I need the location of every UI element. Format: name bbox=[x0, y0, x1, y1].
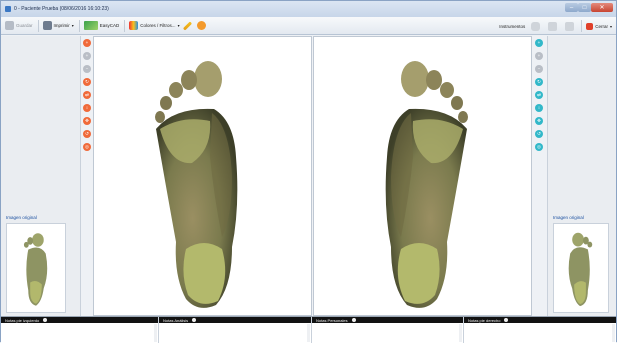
maximize-button[interactable]: □ bbox=[578, 3, 591, 12]
notes-analysis-scrollbar[interactable] bbox=[307, 324, 310, 342]
hand-icon bbox=[531, 21, 541, 31]
left-add-button[interactable]: + bbox=[83, 39, 91, 47]
right-side-panel: Imagen original bbox=[547, 36, 616, 316]
toolbar-right: Instrumentos Cerrar ▾ bbox=[495, 19, 614, 33]
chevron-down-icon: ▾ bbox=[609, 23, 612, 29]
notes-left-foot-scrollbar[interactable] bbox=[154, 324, 157, 342]
right-foot-viewer[interactable] bbox=[313, 36, 532, 316]
notes-analysis-textarea[interactable] bbox=[159, 323, 311, 343]
left-zoom-out-button[interactable]: − bbox=[83, 65, 91, 73]
cancel-circle-icon bbox=[196, 21, 206, 30]
chevron-down-icon: ▾ bbox=[71, 23, 74, 28]
notes-left-foot: Notas pie izquierdo bbox=[1, 317, 159, 343]
toolbar-separator bbox=[124, 19, 126, 32]
left-foot-viewer[interactable] bbox=[93, 36, 312, 316]
instruments-label: Instrumentos bbox=[499, 23, 526, 29]
easycad-label: EasyCAD bbox=[99, 23, 120, 28]
right-rotate-button[interactable]: ↻ bbox=[535, 78, 543, 86]
right-mirror-button[interactable]: ↕ bbox=[535, 104, 543, 112]
left-move-button[interactable]: ✥ bbox=[83, 117, 91, 125]
right-zoom-out-button[interactable]: − bbox=[535, 65, 543, 73]
close-study-label: Cerrar bbox=[595, 23, 608, 29]
right-fit-button[interactable]: ◎ bbox=[535, 143, 543, 151]
app-window: 0 - Paciente Prueba (08/06/2016 16:10:23… bbox=[0, 0, 617, 343]
left-foot-thumbnail-image bbox=[23, 233, 48, 306]
right-zoom-in-button[interactable]: + bbox=[535, 52, 543, 60]
print-label: Imprimir bbox=[53, 23, 70, 28]
easycad-button[interactable]: EasyCAD bbox=[82, 19, 122, 32]
add-note-icon[interactable] bbox=[192, 318, 197, 322]
notes-personal-scrollbar[interactable] bbox=[459, 324, 462, 342]
minimize-button[interactable]: – bbox=[565, 3, 578, 12]
printer-icon bbox=[42, 21, 52, 30]
left-reset-button[interactable]: ↺ bbox=[83, 130, 91, 138]
colors-filters-label: Colores / Filtros... bbox=[140, 23, 176, 28]
right-original-label: Imagen original bbox=[553, 215, 584, 220]
easycad-icon bbox=[83, 21, 98, 30]
close-icon bbox=[586, 22, 594, 30]
window-title: 0 - Paciente Prueba (08/06/2016 16:10:23… bbox=[14, 6, 109, 12]
title-bar: 0 - Paciente Prueba (08/06/2016 16:10:23… bbox=[1, 1, 616, 17]
app-icon bbox=[5, 6, 11, 12]
left-side-panel: Imagen original bbox=[1, 36, 81, 316]
measure-tool-button[interactable] bbox=[563, 20, 578, 33]
measure-icon bbox=[565, 21, 575, 31]
toolbar-separator bbox=[37, 19, 39, 32]
notes-left-foot-label: Notas pie izquierdo bbox=[5, 317, 40, 323]
toolbar: Guardar Imprimir ▾ EasyCAD Colores / Fil… bbox=[1, 17, 616, 35]
left-zoom-in-button[interactable]: + bbox=[83, 52, 91, 60]
right-reset-button[interactable]: ↺ bbox=[535, 130, 543, 138]
right-tool-column: + + − ↻ ⇄ ↕ ✥ ↺ ◎ bbox=[533, 37, 545, 315]
right-add-button[interactable]: + bbox=[535, 39, 543, 47]
cancel-edit-button[interactable] bbox=[195, 19, 208, 32]
right-foot-image bbox=[385, 61, 468, 308]
left-mirror-button[interactable]: ↕ bbox=[83, 104, 91, 112]
left-rotate-button[interactable]: ↻ bbox=[83, 78, 91, 86]
save-button[interactable]: Guardar bbox=[3, 19, 35, 32]
notes-personal-label: Notas Personales bbox=[316, 317, 348, 323]
close-window-button[interactable]: ✕ bbox=[591, 3, 613, 12]
add-note-icon[interactable] bbox=[504, 318, 509, 322]
print-button[interactable]: Imprimir ▾ bbox=[41, 19, 76, 32]
chevron-down-icon: ▾ bbox=[177, 23, 180, 28]
notes-personal-textarea[interactable] bbox=[312, 323, 463, 343]
notes-right-foot: Notas pie derecho bbox=[464, 317, 616, 343]
add-note-icon[interactable] bbox=[43, 318, 48, 322]
add-note-icon[interactable] bbox=[351, 318, 356, 322]
right-flip-button[interactable]: ⇄ bbox=[535, 91, 543, 99]
pencil-icon bbox=[182, 20, 192, 31]
right-original-thumbnail[interactable] bbox=[553, 223, 609, 313]
grid-tool-button[interactable] bbox=[546, 20, 561, 33]
left-flip-button[interactable]: ⇄ bbox=[83, 91, 91, 99]
pencil-button[interactable] bbox=[182, 19, 193, 32]
toolbar-separator bbox=[78, 19, 80, 32]
save-label: Guardar bbox=[16, 23, 33, 28]
close-study-button[interactable]: Cerrar ▾ bbox=[584, 20, 614, 33]
left-original-label: Imagen original bbox=[6, 215, 37, 220]
notes-right-foot-label: Notas pie derecho bbox=[468, 317, 501, 323]
save-icon bbox=[5, 21, 14, 30]
notes-right-foot-textarea[interactable] bbox=[464, 323, 616, 343]
notes-analysis: Notas Análisis bbox=[159, 317, 312, 343]
left-tool-column: + + − ↻ ⇄ ↕ ✥ ↺ ◎ bbox=[81, 37, 93, 315]
left-fit-button[interactable]: ◎ bbox=[83, 143, 91, 151]
hand-tool-button[interactable] bbox=[529, 20, 544, 33]
notes-right-foot-scrollbar[interactable] bbox=[612, 324, 615, 342]
right-foot-thumbnail-image bbox=[568, 232, 593, 307]
right-move-button[interactable]: ✥ bbox=[535, 117, 543, 125]
color-palette-icon bbox=[129, 21, 139, 30]
notes-bar: Notas pie izquierdo Notas Análisis Notas… bbox=[1, 316, 616, 343]
colors-filters-button[interactable]: Colores / Filtros... ▾ bbox=[127, 19, 181, 32]
grid-icon bbox=[548, 21, 558, 31]
left-foot-image bbox=[155, 61, 238, 308]
notes-personal: Notas Personales bbox=[312, 317, 464, 343]
toolbar-separator bbox=[581, 20, 583, 32]
left-original-thumbnail[interactable] bbox=[6, 223, 66, 313]
notes-analysis-label: Notas Análisis bbox=[163, 317, 189, 323]
notes-left-foot-textarea[interactable] bbox=[1, 323, 158, 343]
